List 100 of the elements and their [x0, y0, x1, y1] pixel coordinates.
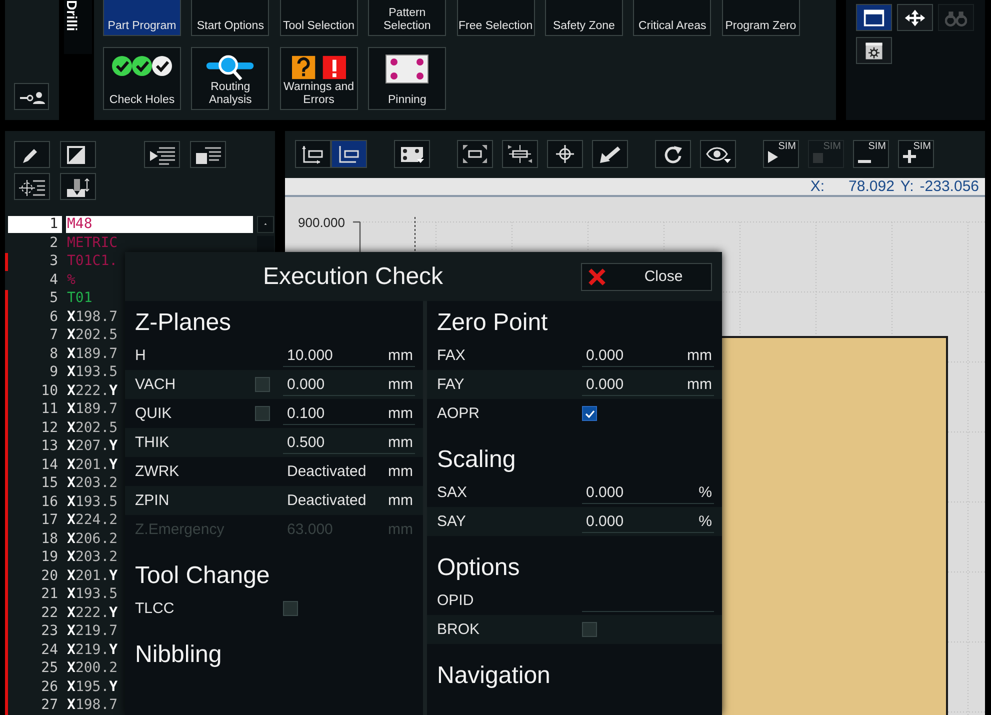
code-line[interactable]: X201.Y [66, 456, 118, 474]
input-field[interactable]: 0.100 mm [283, 402, 415, 424]
settings-icon [863, 40, 885, 60]
toolbar-button[interactable] [295, 140, 331, 168]
field-label: THIK [135, 434, 170, 451]
view-button[interactable] [897, 4, 933, 31]
field-label: FAX [437, 347, 466, 364]
dialog-title: Execution Check [262, 262, 444, 290]
toolbar-button[interactable] [547, 140, 583, 168]
view-button[interactable] [856, 4, 892, 31]
code-line[interactable]: X193.5 [66, 364, 118, 382]
close-icon [588, 268, 606, 286]
checkbox[interactable] [582, 406, 597, 421]
checkbox[interactable] [582, 622, 597, 637]
ribbon-button[interactable]: Free Selection [456, 0, 535, 36]
code-line[interactable]: X193.5 [66, 586, 118, 604]
code-line[interactable]: X195.Y [66, 678, 118, 696]
ribbon-button[interactable]: Routing Analysis [191, 47, 270, 110]
line-number: 12 [40, 420, 59, 437]
key-user-button[interactable] [14, 83, 49, 110]
line-number: 13 [40, 438, 59, 456]
code-line[interactable]: X198.7 [66, 697, 118, 714]
ribbon-button[interactable]: Pattern Selection [368, 0, 446, 36]
input-field[interactable]: 0.000 % [582, 482, 714, 504]
code-line[interactable]: X224.2 [66, 512, 118, 530]
code-line[interactable]: X219.7 [66, 623, 118, 640]
ribbon-button[interactable]: Check Holes [103, 47, 181, 110]
input-field[interactable]: 10.000 mm [283, 344, 415, 366]
toolbar-button[interactable] [700, 140, 736, 168]
code-line[interactable]: T01 [66, 290, 92, 308]
ribbon-button[interactable]: Safety Zone [544, 0, 623, 36]
toolbar-button[interactable] [14, 173, 50, 200]
checkbox[interactable] [283, 601, 298, 616]
simulation-button[interactable]: SIM [898, 140, 934, 168]
field-label: ZWRK [135, 463, 180, 480]
toolbar-button[interactable] [144, 141, 180, 168]
code-line[interactable]: X200.2 [66, 660, 118, 678]
code-line[interactable]: X203.2 [66, 475, 118, 492]
ribbon-button[interactable]: Start Options [191, 0, 270, 36]
toolbar-button[interactable] [190, 141, 226, 168]
line-number: 24 [40, 642, 59, 659]
code-line[interactable]: X219.Y [66, 642, 118, 659]
input-field[interactable]: 0.000 mm [283, 374, 415, 396]
unit-label: mm [687, 376, 712, 392]
checkbox[interactable] [255, 377, 270, 392]
simulation-button[interactable]: SIM [763, 140, 799, 168]
code-line[interactable]: X193.5 [66, 494, 118, 511]
code-line[interactable]: X198.7 [66, 308, 118, 326]
unit-label: mm [388, 434, 413, 450]
ribbon-button[interactable]: Warnings and Errors [280, 47, 358, 110]
ribbon-button[interactable]: Program Zero [722, 0, 800, 36]
code-line[interactable]: X207.Y [66, 438, 118, 456]
x-label: X: [810, 178, 825, 195]
code-line[interactable]: X189.7 [66, 346, 118, 363]
section-heading: Nibbling [134, 640, 223, 670]
field-label: H [135, 347, 147, 364]
code-line[interactable]: X202.5 [66, 420, 118, 437]
toolbar-button[interactable] [394, 140, 430, 168]
simulation-button[interactable]: SIM [853, 140, 889, 168]
unit-label: mm [388, 376, 413, 392]
line-number: 27 [40, 697, 59, 714]
code-line[interactable]: X222.Y [66, 604, 118, 622]
ribbon-button[interactable]: Tool Selection [280, 0, 358, 36]
ribbon-button[interactable]: Critical Areas [633, 0, 712, 36]
input-field[interactable]: 0.000 mm [582, 344, 714, 366]
field-label: BROK [437, 621, 481, 638]
toolbar-button[interactable] [60, 141, 96, 168]
code-line[interactable]: X222.Y [66, 382, 118, 400]
view-button[interactable] [856, 37, 892, 64]
code-line[interactable]: X206.2 [66, 530, 118, 548]
toolbar-button[interactable] [14, 141, 50, 168]
line-number: 20 [40, 568, 59, 585]
close-button[interactable]: Close [581, 262, 712, 290]
line-number: 11 [40, 401, 59, 418]
line-number: 14 [40, 456, 59, 474]
toolbar-button[interactable] [457, 140, 493, 168]
unit-label: mm [388, 346, 413, 364]
drilling-tab[interactable]: Drilli [64, 0, 92, 54]
input-field[interactable]: 0.000 mm [582, 374, 714, 396]
line-number: 25 [40, 660, 59, 678]
code-line[interactable]: X202.5 [66, 327, 118, 344]
toolbar-button[interactable] [592, 140, 628, 168]
field-value: 0.000 [586, 376, 624, 392]
toolbar-button[interactable] [60, 173, 96, 200]
code-line[interactable]: X201.Y [66, 568, 118, 585]
line-number: 1 [8, 216, 62, 234]
field-value: 10.000 [287, 346, 333, 364]
checkbox[interactable] [255, 406, 270, 421]
field-label: SAX [437, 484, 468, 501]
input-field[interactable]: 0.500 mm [283, 432, 415, 454]
toolbar-button[interactable] [331, 140, 367, 168]
code-line[interactable]: X203.2 [66, 549, 118, 566]
field-value: 0.000 [287, 376, 325, 392]
code-line[interactable]: X189.7 [66, 401, 118, 418]
window-icon [863, 8, 885, 28]
toolbar-button[interactable] [502, 140, 538, 168]
input-field[interactable]: 0.000 % [582, 510, 714, 532]
toolbar-button[interactable] [655, 140, 691, 168]
ribbon-button[interactable]: Pinning [368, 47, 446, 110]
ribbon-button[interactable]: Part Program [103, 0, 181, 36]
